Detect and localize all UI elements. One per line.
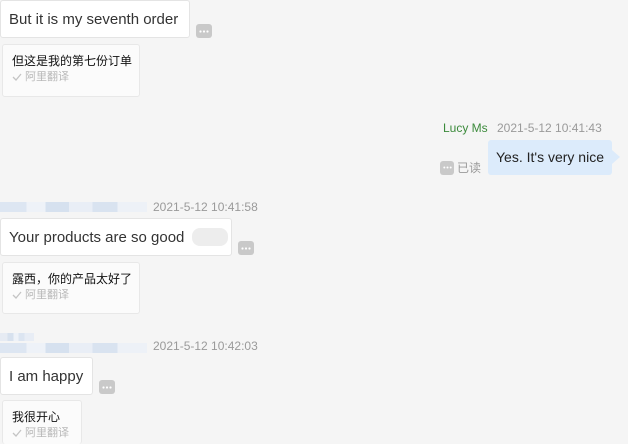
translation-card: 露西，你的产品太好了 阿里翻译 bbox=[2, 262, 140, 314]
check-icon bbox=[12, 291, 22, 299]
translation-card: 我很开心 阿里翻译 bbox=[2, 400, 82, 444]
translation-source-label: 阿里翻译 bbox=[25, 288, 69, 301]
check-icon bbox=[12, 73, 22, 81]
translation-source: 阿里翻译 bbox=[12, 287, 131, 303]
message-text: But it is my seventh order bbox=[9, 11, 179, 28]
message-text: Your products are so good bbox=[9, 229, 185, 246]
sender-name-redacted bbox=[0, 333, 34, 341]
translation-source: 阿里翻译 bbox=[12, 425, 73, 441]
more-options-button[interactable] bbox=[196, 24, 212, 38]
more-options-button[interactable] bbox=[238, 241, 254, 255]
read-dots-icon bbox=[440, 160, 454, 175]
incoming-message-bubble: But it is my seventh order bbox=[0, 0, 190, 38]
translation-text: 但这是我的第七份订单 bbox=[12, 54, 133, 68]
translation-card: 但这是我的第七份订单 阿里翻译 bbox=[2, 44, 140, 97]
message-timestamp: 2021-5-12 10:42:03 bbox=[153, 339, 258, 353]
message-text: Yes. It's very nice bbox=[496, 149, 604, 165]
more-dots-icon bbox=[241, 246, 251, 250]
sender-name-redacted bbox=[0, 343, 147, 353]
read-status: 已读 bbox=[440, 159, 481, 176]
translation-text: 我很开心 bbox=[12, 410, 61, 424]
outgoing-message-bubble: Yes. It's very nice bbox=[488, 140, 612, 175]
message-timestamp: 2021-5-12 10:41:58 bbox=[153, 200, 258, 214]
message-text: I am happy bbox=[9, 368, 84, 385]
message-timestamp: 2021-5-12 10:41:43 bbox=[497, 121, 602, 135]
read-status-label: 已读 bbox=[457, 161, 482, 175]
sender-name-redacted bbox=[0, 202, 147, 212]
translation-text: 露西，你的产品太好了 bbox=[12, 272, 133, 286]
translation-source: 阿里翻译 bbox=[12, 69, 131, 85]
translation-source-label: 阿里翻译 bbox=[25, 426, 69, 439]
sender-name: Lucy Ms bbox=[443, 121, 488, 135]
check-icon bbox=[12, 429, 22, 437]
incoming-message-bubble: I am happy bbox=[0, 357, 93, 395]
more-dots-icon bbox=[102, 385, 112, 389]
redacted-emoji bbox=[192, 228, 228, 246]
translation-source-label: 阿里翻译 bbox=[25, 70, 69, 83]
bubble-tail bbox=[612, 150, 620, 164]
more-dots-icon bbox=[199, 29, 209, 33]
more-options-button[interactable] bbox=[99, 380, 115, 394]
